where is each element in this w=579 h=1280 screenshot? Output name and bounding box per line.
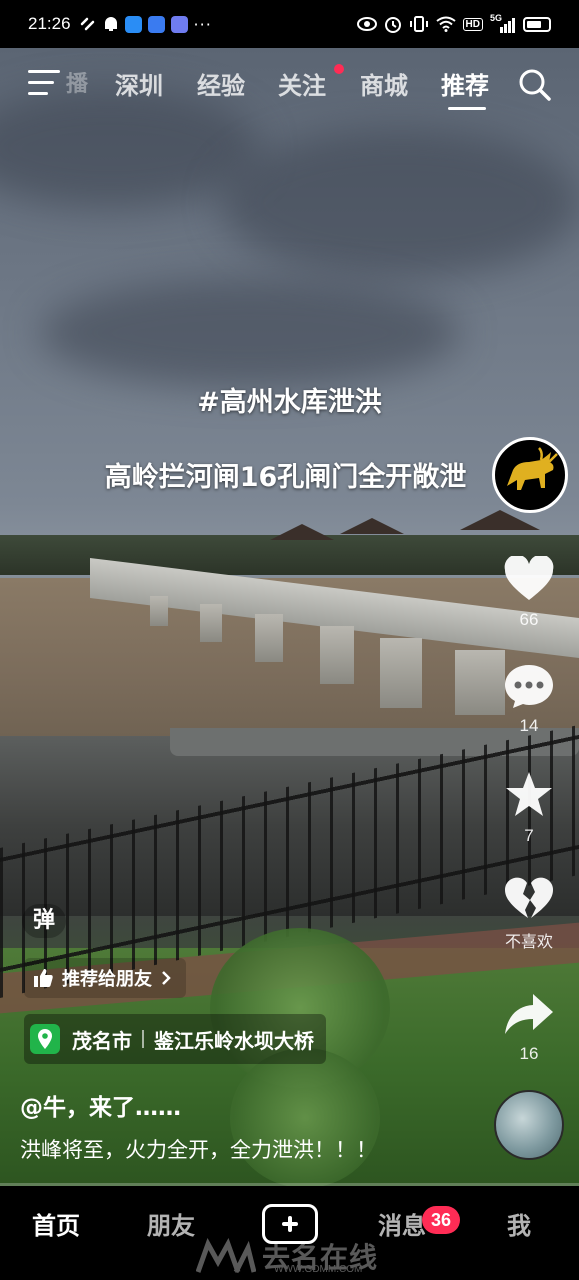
more-notifications: ··· — [193, 14, 212, 34]
pavilion — [340, 518, 404, 534]
notification-icons: ··· — [79, 15, 212, 34]
location-pin-icon — [30, 1024, 60, 1054]
battery-icon — [523, 16, 551, 32]
recommend-to-friend-button[interactable]: 推荐给朋友 — [24, 958, 186, 998]
location-city: 茂名市 — [72, 1028, 132, 1053]
dislike-button[interactable]: 不喜欢 — [497, 876, 561, 952]
bridge-pier — [380, 638, 422, 708]
cloud — [40, 278, 460, 388]
tab-following[interactable]: 关注 — [278, 66, 326, 101]
author-name[interactable]: @牛，来了…… — [20, 1088, 181, 1122]
messages-badge: 36 — [422, 1206, 460, 1234]
wifi-icon — [435, 16, 456, 32]
watermark-url: WWW.GDMM.COM — [274, 1264, 363, 1275]
tab-messages[interactable]: 消息 — [378, 1206, 426, 1241]
tab-mall[interactable]: 商城 — [360, 66, 408, 101]
system-icons: HD 5G — [356, 13, 551, 33]
hd-icon: HD — [462, 17, 483, 31]
video-description: 洪峰将至，火力全开，全力泄洪！！！ — [20, 1138, 377, 1162]
following-new-dot — [334, 64, 344, 74]
like-button[interactable]: 66 — [497, 554, 561, 630]
app-icon-hat — [147, 15, 165, 33]
menu-icon[interactable] — [28, 70, 60, 96]
tab-home[interactable]: 首页 — [32, 1206, 80, 1241]
active-tab-indicator — [448, 107, 486, 110]
tab-friends[interactable]: 朋友 — [147, 1206, 195, 1241]
broken-heart-icon — [504, 877, 554, 918]
location-tag[interactable]: 茂名市 鉴江乐岭水坝大桥 — [24, 1014, 326, 1064]
share-count: 16 — [519, 1044, 539, 1063]
eye-icon — [356, 17, 377, 31]
search-icon[interactable] — [518, 68, 552, 102]
watermark: 去名在线 WWW.GDMM.COM — [196, 1236, 378, 1276]
star-icon — [506, 772, 552, 816]
favorite-count: 7 — [524, 826, 534, 845]
location-place: 鉴江乐岭水坝大桥 — [154, 1028, 314, 1053]
cloud — [220, 128, 579, 278]
tab-shenzhen[interactable]: 深圳 — [115, 66, 163, 101]
author-avatar[interactable] — [492, 437, 568, 513]
location-separator — [142, 1030, 144, 1048]
comment-button[interactable]: 14 — [497, 662, 561, 736]
pavilion — [460, 510, 540, 530]
bridge-pier — [150, 596, 168, 626]
share-button[interactable]: 16 — [497, 992, 561, 1064]
music-disc[interactable] — [494, 1090, 564, 1160]
comment-count: 14 — [519, 716, 539, 735]
recommend-label: 推荐给朋友 — [62, 969, 152, 990]
chevron-right-icon — [162, 971, 171, 985]
link-icon — [80, 17, 94, 31]
watermark-logo-icon — [196, 1238, 256, 1274]
vibrate-icon — [409, 16, 428, 32]
status-time: 21:26 — [28, 14, 71, 33]
heart-icon — [504, 554, 554, 600]
bull-logo-icon — [507, 447, 558, 490]
dislike-label: 不喜欢 — [504, 932, 553, 951]
network-type: 5G — [490, 13, 503, 23]
video-hashtag-caption: #高州水库泄洪 — [197, 387, 382, 418]
tab-experience[interactable]: 经验 — [197, 66, 245, 101]
treeline — [0, 535, 579, 575]
bridge-pier — [255, 614, 283, 662]
danmu-toggle[interactable]: 弹 — [22, 904, 66, 938]
bridge-pier — [320, 626, 354, 684]
share-arrow-icon — [505, 994, 553, 1034]
favorite-button[interactable]: 7 — [497, 770, 561, 846]
thumbs-up-icon — [34, 969, 53, 987]
top-nav: 播 深圳 经验 关注 商城 推荐 — [0, 58, 579, 112]
alarm-icon — [384, 17, 401, 33]
tab-partial[interactable]: 播 — [66, 66, 88, 98]
bridge-pier — [200, 604, 222, 642]
app-icon-music — [170, 15, 188, 33]
app-icon-blue — [124, 15, 142, 33]
pavilion — [270, 524, 334, 540]
tree — [230, 1048, 380, 1186]
comment-icon — [505, 665, 553, 708]
status-bar: 21:26 ··· HD 5G — [0, 0, 579, 48]
like-count: 66 — [519, 610, 539, 629]
tab-recommend[interactable]: 推荐 — [441, 66, 489, 101]
bell-icon — [104, 17, 117, 31]
signal-icon: 5G — [490, 13, 516, 33]
tab-me[interactable]: 我 — [507, 1206, 531, 1241]
